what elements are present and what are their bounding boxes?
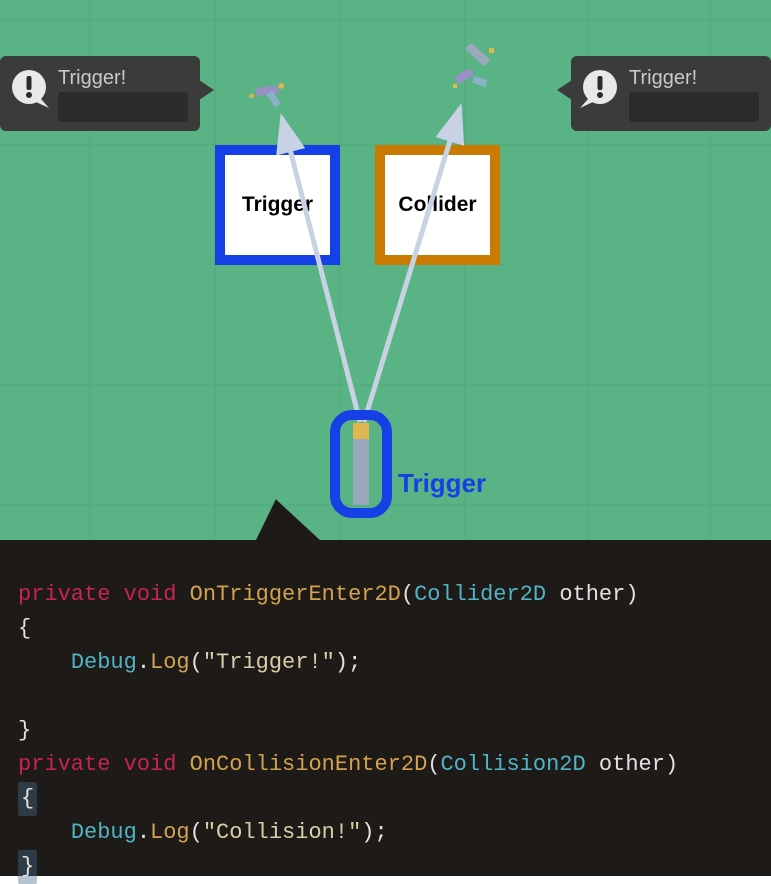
highlighted-brace: } <box>18 850 37 884</box>
collision-debris-left <box>245 70 295 120</box>
keyword: void <box>124 582 177 607</box>
method-name: OnCollisionEnter2D <box>190 752 428 777</box>
projectile-label: Trigger <box>398 468 486 499</box>
method-name: Log <box>150 820 190 845</box>
keyword: void <box>124 752 177 777</box>
brace: } <box>18 718 31 743</box>
log-title: Trigger! <box>58 66 188 90</box>
keyword: private <box>18 582 110 607</box>
console-log-bubble-left: Trigger! <box>0 56 200 131</box>
collision-debris-right <box>445 44 505 104</box>
keyword: private <box>18 752 110 777</box>
string-literal: "Trigger!" <box>203 650 335 675</box>
method-name: Log <box>150 650 190 675</box>
trigger-box: Trigger <box>215 145 340 265</box>
type-name: Collision2D <box>440 752 585 777</box>
unity-scene-view: Trigger! Trigger! <box>0 0 771 540</box>
type-name: Debug <box>71 820 137 845</box>
bullet-sprite <box>353 423 369 505</box>
log-body-placeholder <box>629 92 759 122</box>
type-name: Debug <box>71 650 137 675</box>
method-name: OnTriggerEnter2D <box>190 582 401 607</box>
code-snippet-panel: private void OnTriggerEnter2D(Collider2D… <box>0 540 771 876</box>
exclamation-icon <box>579 68 621 110</box>
param-name: other <box>599 752 665 777</box>
trigger-box-label: Trigger <box>242 193 313 217</box>
log-title: Trigger! <box>629 66 759 90</box>
projectile-trigger-object <box>330 410 392 518</box>
type-name: Collider2D <box>414 582 546 607</box>
exclamation-icon <box>8 68 50 110</box>
console-log-bubble-right: Trigger! <box>571 56 771 131</box>
string-literal: "Collision!" <box>203 820 361 845</box>
highlighted-brace: { <box>18 782 37 816</box>
param-name: other <box>559 582 625 607</box>
collider-box: Collider <box>375 145 500 265</box>
log-body-placeholder <box>58 92 188 122</box>
brace: { <box>18 616 31 641</box>
collider-box-label: Collider <box>398 193 476 217</box>
